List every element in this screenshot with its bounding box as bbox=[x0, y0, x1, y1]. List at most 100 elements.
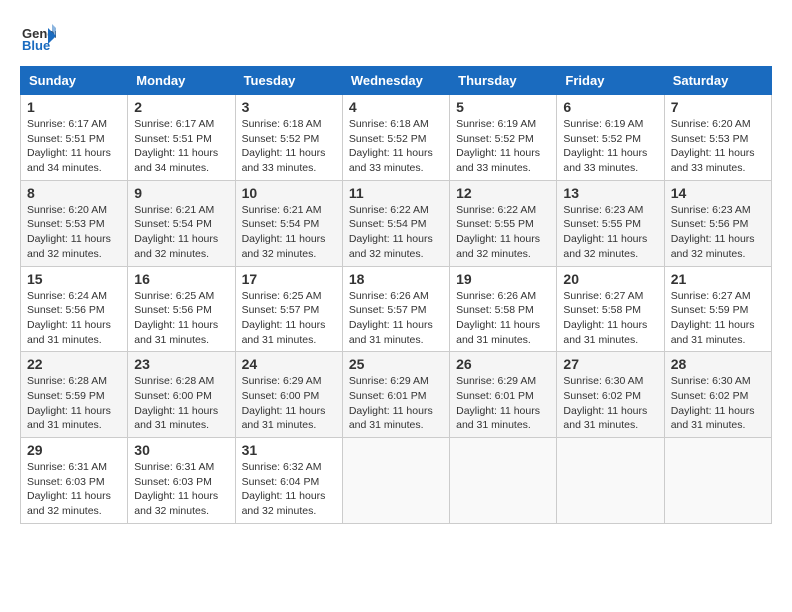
calendar-week-row: 15 Sunrise: 6:24 AMSunset: 5:56 PMDaylig… bbox=[21, 266, 772, 352]
day-number: 20 bbox=[563, 271, 657, 287]
calendar-cell: 4 Sunrise: 6:18 AMSunset: 5:52 PMDayligh… bbox=[342, 95, 449, 181]
day-number: 4 bbox=[349, 99, 443, 115]
day-info: Sunrise: 6:24 AMSunset: 5:56 PMDaylight:… bbox=[27, 290, 111, 346]
calendar-cell: 23 Sunrise: 6:28 AMSunset: 6:00 PMDaylig… bbox=[128, 352, 235, 438]
calendar-cell: 17 Sunrise: 6:25 AMSunset: 5:57 PMDaylig… bbox=[235, 266, 342, 352]
page-header: General Blue bbox=[20, 20, 772, 56]
day-info: Sunrise: 6:30 AMSunset: 6:02 PMDaylight:… bbox=[671, 375, 755, 431]
calendar-cell: 14 Sunrise: 6:23 AMSunset: 5:56 PMDaylig… bbox=[664, 180, 771, 266]
logo-icon: General Blue bbox=[20, 20, 56, 56]
calendar-cell: 11 Sunrise: 6:22 AMSunset: 5:54 PMDaylig… bbox=[342, 180, 449, 266]
calendar-cell bbox=[557, 438, 664, 524]
day-number: 13 bbox=[563, 185, 657, 201]
calendar-cell: 2 Sunrise: 6:17 AMSunset: 5:51 PMDayligh… bbox=[128, 95, 235, 181]
calendar-week-row: 29 Sunrise: 6:31 AMSunset: 6:03 PMDaylig… bbox=[21, 438, 772, 524]
day-number: 5 bbox=[456, 99, 550, 115]
day-info: Sunrise: 6:28 AMSunset: 6:00 PMDaylight:… bbox=[134, 375, 218, 431]
calendar-cell: 24 Sunrise: 6:29 AMSunset: 6:00 PMDaylig… bbox=[235, 352, 342, 438]
day-info: Sunrise: 6:29 AMSunset: 6:01 PMDaylight:… bbox=[456, 375, 540, 431]
day-number: 16 bbox=[134, 271, 228, 287]
calendar-cell: 31 Sunrise: 6:32 AMSunset: 6:04 PMDaylig… bbox=[235, 438, 342, 524]
day-info: Sunrise: 6:29 AMSunset: 6:01 PMDaylight:… bbox=[349, 375, 433, 431]
calendar-cell: 22 Sunrise: 6:28 AMSunset: 5:59 PMDaylig… bbox=[21, 352, 128, 438]
calendar-cell: 1 Sunrise: 6:17 AMSunset: 5:51 PMDayligh… bbox=[21, 95, 128, 181]
day-info: Sunrise: 6:20 AMSunset: 5:53 PMDaylight:… bbox=[27, 204, 111, 260]
calendar-cell: 8 Sunrise: 6:20 AMSunset: 5:53 PMDayligh… bbox=[21, 180, 128, 266]
column-header-friday: Friday bbox=[557, 67, 664, 95]
day-info: Sunrise: 6:25 AMSunset: 5:57 PMDaylight:… bbox=[242, 290, 326, 346]
day-info: Sunrise: 6:32 AMSunset: 6:04 PMDaylight:… bbox=[242, 461, 326, 517]
day-number: 7 bbox=[671, 99, 765, 115]
day-number: 29 bbox=[27, 442, 121, 458]
calendar-cell: 27 Sunrise: 6:30 AMSunset: 6:02 PMDaylig… bbox=[557, 352, 664, 438]
column-header-saturday: Saturday bbox=[664, 67, 771, 95]
day-number: 25 bbox=[349, 356, 443, 372]
calendar-cell: 29 Sunrise: 6:31 AMSunset: 6:03 PMDaylig… bbox=[21, 438, 128, 524]
day-number: 26 bbox=[456, 356, 550, 372]
day-number: 8 bbox=[27, 185, 121, 201]
column-header-sunday: Sunday bbox=[21, 67, 128, 95]
day-number: 22 bbox=[27, 356, 121, 372]
day-info: Sunrise: 6:18 AMSunset: 5:52 PMDaylight:… bbox=[349, 118, 433, 174]
day-info: Sunrise: 6:29 AMSunset: 6:00 PMDaylight:… bbox=[242, 375, 326, 431]
calendar-cell: 30 Sunrise: 6:31 AMSunset: 6:03 PMDaylig… bbox=[128, 438, 235, 524]
day-number: 31 bbox=[242, 442, 336, 458]
column-header-monday: Monday bbox=[128, 67, 235, 95]
day-number: 11 bbox=[349, 185, 443, 201]
day-number: 21 bbox=[671, 271, 765, 287]
day-info: Sunrise: 6:23 AMSunset: 5:55 PMDaylight:… bbox=[563, 204, 647, 260]
day-info: Sunrise: 6:23 AMSunset: 5:56 PMDaylight:… bbox=[671, 204, 755, 260]
calendar-cell bbox=[450, 438, 557, 524]
day-info: Sunrise: 6:28 AMSunset: 5:59 PMDaylight:… bbox=[27, 375, 111, 431]
calendar-week-row: 1 Sunrise: 6:17 AMSunset: 5:51 PMDayligh… bbox=[21, 95, 772, 181]
calendar-cell: 18 Sunrise: 6:26 AMSunset: 5:57 PMDaylig… bbox=[342, 266, 449, 352]
calendar-cell: 25 Sunrise: 6:29 AMSunset: 6:01 PMDaylig… bbox=[342, 352, 449, 438]
day-info: Sunrise: 6:17 AMSunset: 5:51 PMDaylight:… bbox=[134, 118, 218, 174]
calendar-cell bbox=[342, 438, 449, 524]
calendar-cell: 13 Sunrise: 6:23 AMSunset: 5:55 PMDaylig… bbox=[557, 180, 664, 266]
calendar-cell: 26 Sunrise: 6:29 AMSunset: 6:01 PMDaylig… bbox=[450, 352, 557, 438]
calendar-cell: 15 Sunrise: 6:24 AMSunset: 5:56 PMDaylig… bbox=[21, 266, 128, 352]
day-info: Sunrise: 6:26 AMSunset: 5:57 PMDaylight:… bbox=[349, 290, 433, 346]
calendar-cell bbox=[664, 438, 771, 524]
day-number: 10 bbox=[242, 185, 336, 201]
day-info: Sunrise: 6:19 AMSunset: 5:52 PMDaylight:… bbox=[456, 118, 540, 174]
logo: General Blue bbox=[20, 20, 56, 56]
day-number: 24 bbox=[242, 356, 336, 372]
day-number: 28 bbox=[671, 356, 765, 372]
day-number: 9 bbox=[134, 185, 228, 201]
calendar-cell: 3 Sunrise: 6:18 AMSunset: 5:52 PMDayligh… bbox=[235, 95, 342, 181]
day-number: 27 bbox=[563, 356, 657, 372]
calendar-week-row: 22 Sunrise: 6:28 AMSunset: 5:59 PMDaylig… bbox=[21, 352, 772, 438]
day-info: Sunrise: 6:21 AMSunset: 5:54 PMDaylight:… bbox=[242, 204, 326, 260]
day-info: Sunrise: 6:27 AMSunset: 5:59 PMDaylight:… bbox=[671, 290, 755, 346]
calendar-cell: 9 Sunrise: 6:21 AMSunset: 5:54 PMDayligh… bbox=[128, 180, 235, 266]
column-header-tuesday: Tuesday bbox=[235, 67, 342, 95]
day-info: Sunrise: 6:25 AMSunset: 5:56 PMDaylight:… bbox=[134, 290, 218, 346]
calendar-header-row: SundayMondayTuesdayWednesdayThursdayFrid… bbox=[21, 67, 772, 95]
day-info: Sunrise: 6:19 AMSunset: 5:52 PMDaylight:… bbox=[563, 118, 647, 174]
day-info: Sunrise: 6:21 AMSunset: 5:54 PMDaylight:… bbox=[134, 204, 218, 260]
day-info: Sunrise: 6:30 AMSunset: 6:02 PMDaylight:… bbox=[563, 375, 647, 431]
day-info: Sunrise: 6:27 AMSunset: 5:58 PMDaylight:… bbox=[563, 290, 647, 346]
day-number: 15 bbox=[27, 271, 121, 287]
day-info: Sunrise: 6:22 AMSunset: 5:54 PMDaylight:… bbox=[349, 204, 433, 260]
day-info: Sunrise: 6:22 AMSunset: 5:55 PMDaylight:… bbox=[456, 204, 540, 260]
day-info: Sunrise: 6:17 AMSunset: 5:51 PMDaylight:… bbox=[27, 118, 111, 174]
day-number: 23 bbox=[134, 356, 228, 372]
day-info: Sunrise: 6:20 AMSunset: 5:53 PMDaylight:… bbox=[671, 118, 755, 174]
day-number: 1 bbox=[27, 99, 121, 115]
day-number: 2 bbox=[134, 99, 228, 115]
day-number: 6 bbox=[563, 99, 657, 115]
calendar-cell: 19 Sunrise: 6:26 AMSunset: 5:58 PMDaylig… bbox=[450, 266, 557, 352]
day-info: Sunrise: 6:31 AMSunset: 6:03 PMDaylight:… bbox=[134, 461, 218, 517]
day-number: 14 bbox=[671, 185, 765, 201]
day-number: 18 bbox=[349, 271, 443, 287]
day-info: Sunrise: 6:18 AMSunset: 5:52 PMDaylight:… bbox=[242, 118, 326, 174]
day-number: 3 bbox=[242, 99, 336, 115]
day-number: 19 bbox=[456, 271, 550, 287]
calendar-cell: 12 Sunrise: 6:22 AMSunset: 5:55 PMDaylig… bbox=[450, 180, 557, 266]
calendar-cell: 10 Sunrise: 6:21 AMSunset: 5:54 PMDaylig… bbox=[235, 180, 342, 266]
calendar-cell: 5 Sunrise: 6:19 AMSunset: 5:52 PMDayligh… bbox=[450, 95, 557, 181]
calendar-cell: 7 Sunrise: 6:20 AMSunset: 5:53 PMDayligh… bbox=[664, 95, 771, 181]
